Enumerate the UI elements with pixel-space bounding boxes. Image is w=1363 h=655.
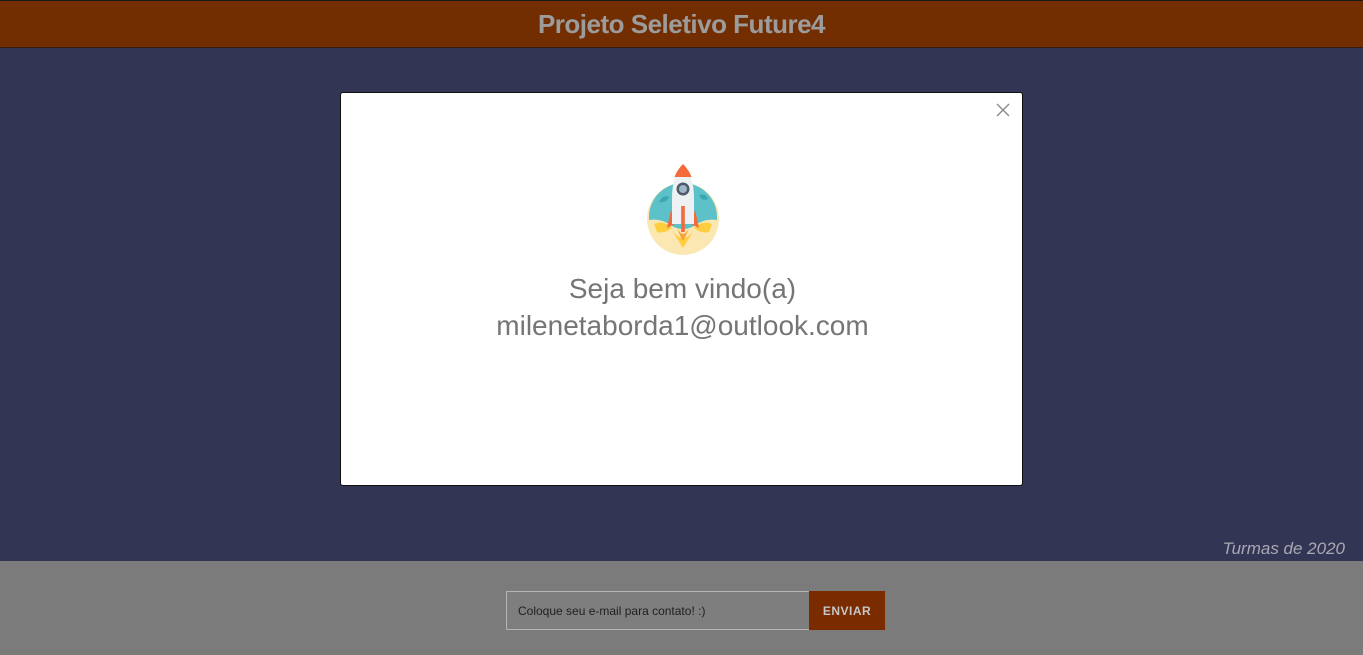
send-button[interactable]: ENVIAR bbox=[809, 591, 885, 630]
welcome-email: milenetaborda1@outlook.com bbox=[496, 310, 869, 341]
close-icon[interactable] bbox=[995, 102, 1011, 118]
contact-email-input[interactable] bbox=[506, 591, 810, 630]
page: Projeto Seletivo Future4 Turmas de 2020 … bbox=[0, 0, 1363, 655]
contact-section: ENVIAR bbox=[0, 561, 1363, 655]
welcome-greeting: Seja bem vindo(a) bbox=[568, 273, 797, 304]
page-title: Projeto Seletivo Future4 bbox=[537, 8, 826, 39]
header-bar: Projeto Seletivo Future4 bbox=[0, 0, 1363, 48]
rocket-icon bbox=[647, 164, 719, 255]
welcome-message: Seja bem vindo(a) milenetaborda1@outlook… bbox=[341, 270, 1024, 344]
welcome-modal: Seja bem vindo(a) milenetaborda1@outlook… bbox=[340, 92, 1023, 486]
classes-tagline: Turmas de 2020 bbox=[1222, 539, 1345, 558]
